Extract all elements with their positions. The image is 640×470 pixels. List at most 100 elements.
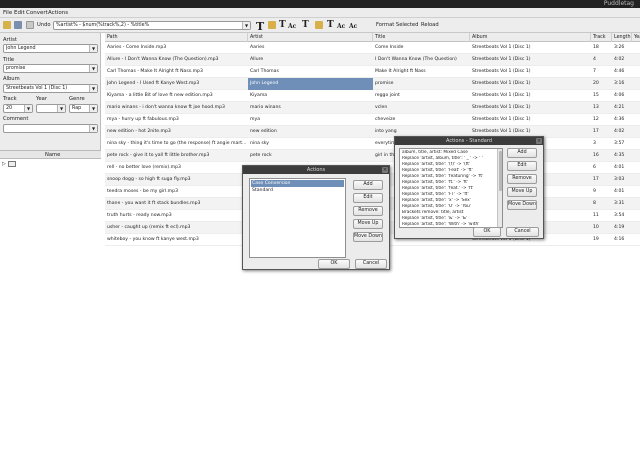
add-button[interactable]: Add	[507, 148, 537, 158]
column-year[interactable]: Yea	[632, 33, 640, 42]
menu-actions[interactable]: Actions	[48, 9, 68, 17]
cell-track[interactable]: 17	[591, 126, 612, 138]
list-item[interactable]: Replace 'artist, title': 'Feat' -> 'ft'	[401, 168, 496, 174]
cell-path[interactable]: truth hurts - ready now.mp3	[105, 210, 248, 222]
cell-title[interactable]: reggo joint	[373, 90, 470, 102]
cell-title[interactable]: promise	[373, 78, 470, 90]
menu-convert[interactable]: Convert	[26, 9, 48, 17]
column-artist[interactable]: Artist	[248, 33, 373, 42]
chevron-down-icon[interactable]: ▼	[242, 22, 250, 29]
move-up-button[interactable]: Move Up	[507, 187, 537, 197]
chevron-down-icon[interactable]: ▼	[89, 105, 97, 112]
cell-track[interactable]: 11	[591, 210, 612, 222]
cancel-button[interactable]: Cancel	[506, 227, 539, 237]
cell-path[interactable]: Allure - I Don't Wanna Know (The Questio…	[105, 54, 248, 66]
chevron-down-icon[interactable]: ▼	[89, 65, 97, 72]
cancel-button[interactable]: Cancel	[355, 259, 387, 269]
cell-path[interactable]: usher - caught up (remix ft ecl).mp3	[105, 222, 248, 234]
table-row[interactable]: mya - hurry up ft fabulous.mp3 mya cheveiz…	[105, 114, 640, 126]
table-row[interactable]: Kiyama - a little Bit of love ft new edi…	[105, 90, 640, 102]
menu-edit[interactable]: Edit	[14, 9, 25, 17]
undo-label[interactable]: Undo	[37, 22, 51, 29]
cell-artist[interactable]: Carl Thomas	[248, 66, 373, 78]
cell-length[interactable]: 4:02	[612, 126, 632, 138]
ok-button[interactable]: OK	[473, 227, 501, 237]
cell-path[interactable]: Kiyama - a little Bit of love ft new edi…	[105, 90, 248, 102]
comment-combo[interactable]: ▼	[3, 124, 98, 133]
tag-to-filename-icon[interactable]: T	[256, 20, 264, 33]
quick-actions-icon[interactable]: Ac	[349, 23, 357, 30]
cell-length[interactable]: 4:21	[612, 102, 632, 114]
cell-artist[interactable]: Kiyama	[248, 90, 373, 102]
column-title[interactable]: Title	[373, 33, 470, 42]
remove-button[interactable]: Remove	[507, 174, 537, 184]
cell-track[interactable]: 19	[591, 234, 612, 246]
cell-title[interactable]: Make It Alright ft Nass	[373, 66, 470, 78]
action-steps-list[interactable]: Replace 'artist, title': 'With' -> 'with…	[399, 148, 503, 228]
format-icon[interactable]: T	[302, 20, 309, 30]
chevron-down-icon[interactable]: ▼	[57, 105, 65, 112]
chevron-down-icon[interactable]: ▼	[89, 45, 97, 52]
format-pattern-combo[interactable]: %artist% - $num(%track%,2) - %title% ▼	[53, 21, 251, 30]
cell-album[interactable]: Streetbeats Vol 1 (Disc 1)	[470, 90, 591, 102]
cell-length[interactable]: 4:35	[612, 150, 632, 162]
vertical-scrollbar[interactable]	[497, 149, 502, 227]
actions-list[interactable]: Case Conversion Standard	[249, 178, 346, 258]
genre-combo[interactable]: Rap ▼	[69, 104, 98, 113]
close-icon[interactable]: ×	[382, 167, 388, 173]
scrollbar-thumb[interactable]	[499, 151, 502, 191]
cell-path[interactable]: nina sky - thing it's time to go (the re…	[105, 138, 248, 150]
cell-track[interactable]: 15	[591, 90, 612, 102]
actions-icon[interactable]: Ac	[337, 23, 345, 30]
cell-track[interactable]: 9	[591, 186, 612, 198]
list-item[interactable]: album, title, artist: Mixed Case	[401, 150, 496, 156]
cell-title[interactable]: I Don't Wanna Know (The Question)	[373, 54, 470, 66]
cell-title[interactable]: Come Inside	[373, 42, 470, 54]
cell-path[interactable]: thane - you want it ft stack bundles.mp3	[105, 198, 248, 210]
cell-length[interactable]: 4:36	[612, 114, 632, 126]
cell-album[interactable]: Streetbeats Vol 1 (Disc 1)	[470, 42, 591, 54]
cell-artist[interactable]: new edition	[248, 126, 373, 138]
cell-path[interactable]: rell - no better love (remix).mp3	[105, 162, 248, 174]
list-item[interactable]: Case Conversion	[251, 180, 344, 187]
list-item[interactable]: Replace 'artist, title': '(f)' -> '(ft'	[401, 162, 496, 168]
cell-path[interactable]: mya - hurry up ft fabulous.mp3	[105, 114, 248, 126]
cell-length[interactable]: 4:46	[612, 66, 632, 78]
cell-track[interactable]: 13	[591, 102, 612, 114]
cell-track[interactable]: 10	[591, 222, 612, 234]
year-combo[interactable]: ▼	[36, 104, 66, 113]
list-item[interactable]: Replace 'artist, title': 'featuring' -> …	[401, 174, 496, 180]
cell-artist[interactable]: pete rock	[248, 150, 373, 162]
cell-path[interactable]: Carl Thomas - Make It Alright ft Nass.mp…	[105, 66, 248, 78]
add-button[interactable]: Add	[353, 180, 383, 190]
edit-button[interactable]: Edit	[507, 161, 537, 171]
list-item[interactable]: Replace 'artist, title': 'ft.' -> 'ft'	[401, 180, 496, 186]
cell-path[interactable]: John Legend - I Used ft Kanye West.mp3	[105, 78, 248, 90]
chevron-down-icon[interactable]: ▼	[89, 125, 97, 132]
cell-artist[interactable]: Aaries	[248, 42, 373, 54]
edit-button[interactable]: Edit	[353, 193, 383, 203]
album-combo[interactable]: Streetbeats Vol 1 (Disc 1) ▼	[3, 84, 98, 93]
text-file-to-tag-icon[interactable]: T	[279, 20, 286, 30]
cell-album[interactable]: Streetbeats Vol 1 (Disc 1)	[470, 78, 591, 90]
cell-track[interactable]: 17	[591, 174, 612, 186]
table-row[interactable]: pete rock - give it to yall ft little br…	[105, 150, 640, 162]
cell-artist[interactable]: Allure	[248, 54, 373, 66]
cell-length[interactable]: 4:02	[612, 54, 632, 66]
cell-length[interactable]: 3:03	[612, 174, 632, 186]
cell-length[interactable]: 4:16	[612, 234, 632, 246]
cell-length[interactable]: 4:06	[612, 90, 632, 102]
list-item[interactable]: Brackets remove: title, artist	[401, 210, 496, 216]
cell-track[interactable]: 6	[591, 162, 612, 174]
table-row[interactable]: Carl Thomas - Make It Alright ft Nass.mp…	[105, 66, 640, 78]
table-row[interactable]: Aaries - Come Inside.mp3 Aaries Come Insid…	[105, 42, 640, 54]
cell-length[interactable]: 4:01	[612, 162, 632, 174]
save-icon[interactable]	[14, 21, 22, 29]
cell-track[interactable]: 18	[591, 42, 612, 54]
column-album[interactable]: Album	[470, 33, 591, 42]
file-tree-header[interactable]: Name	[0, 150, 101, 159]
cell-length[interactable]: 3:54	[612, 210, 632, 222]
cell-track[interactable]: 12	[591, 114, 612, 126]
cell-track[interactable]: 4	[591, 54, 612, 66]
cell-track[interactable]: 20	[591, 78, 612, 90]
